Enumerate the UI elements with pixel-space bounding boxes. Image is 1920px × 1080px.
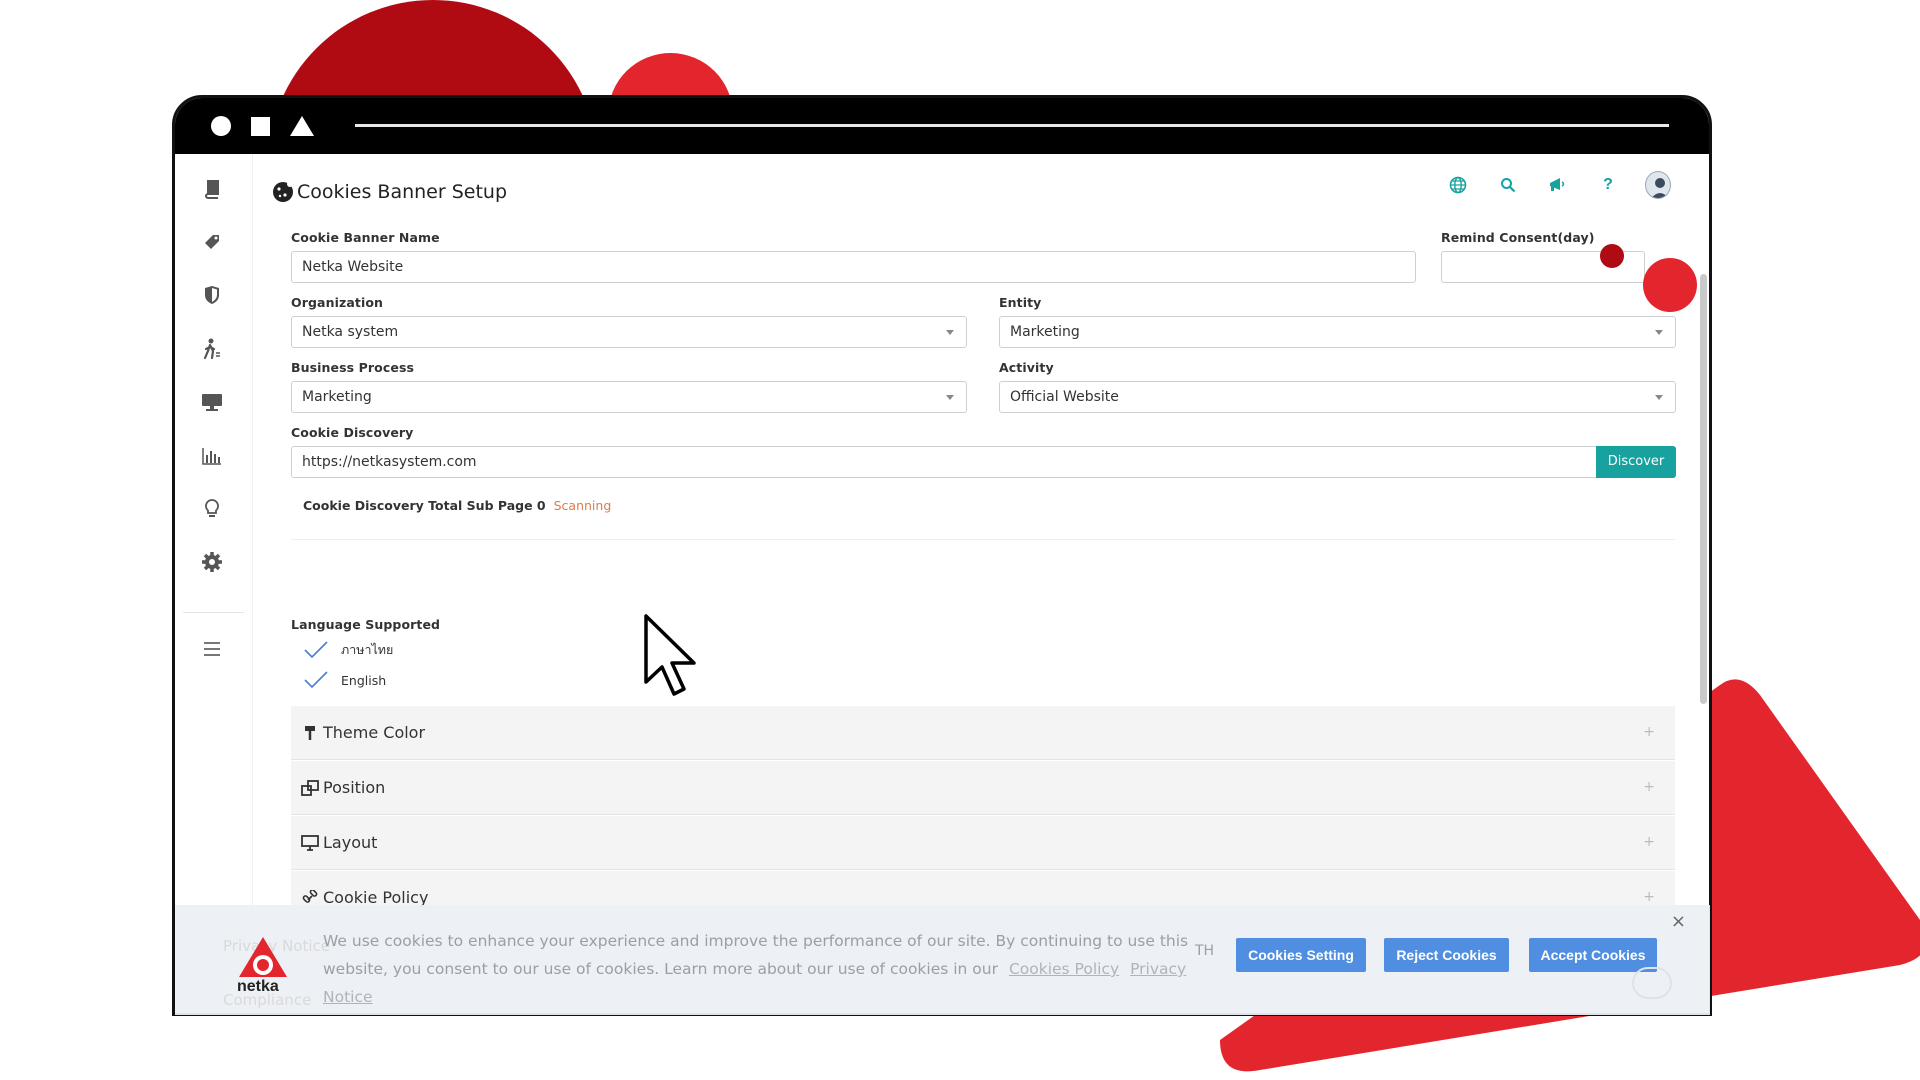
globe-icon[interactable] <box>1445 172 1471 198</box>
avatar[interactable] <box>1645 171 1671 199</box>
language-option-thai[interactable]: ภาษาไทย <box>303 640 393 660</box>
entity-select[interactable]: Marketing <box>999 316 1676 348</box>
accordion-label: Layout <box>323 833 378 852</box>
banner-name-input[interactable]: Netka Website <box>291 251 1416 283</box>
language-option-label: ภาษาไทย <box>341 642 394 657</box>
reject-cookies-button[interactable]: Reject Cookies <box>1384 938 1509 972</box>
entity-value: Marketing <box>1010 324 1080 340</box>
chevron-down-icon <box>1655 330 1663 335</box>
accordion-position[interactable]: Position + <box>291 761 1675 815</box>
chevron-down-icon <box>1655 395 1663 400</box>
window-titlebar <box>175 98 1709 154</box>
page-title: Cookies Banner Setup <box>271 180 507 204</box>
position-icon <box>301 779 319 797</box>
plus-icon: + <box>1643 724 1655 740</box>
cookies-policy-link[interactable]: Cookies Policy <box>1009 960 1119 978</box>
chat-bubble-icon[interactable] <box>1632 967 1672 999</box>
lightbulb-icon[interactable] <box>197 494 227 524</box>
activity-value: Official Website <box>1010 389 1119 405</box>
square-icon <box>251 116 270 136</box>
checkmark-icon <box>304 641 328 659</box>
banner-name-label: Cookie Banner Name <box>291 230 440 245</box>
activity-select[interactable]: Official Website <box>999 381 1676 413</box>
business-process-label: Business Process <box>291 360 415 375</box>
person-walk-icon[interactable] <box>197 334 227 364</box>
help-icon[interactable]: ? <box>1595 172 1621 198</box>
discovery-status: Cookie Discovery Total Sub Page 0 Scannin… <box>303 498 611 513</box>
business-process-value: Marketing <box>302 389 372 405</box>
red-dot-marker-large <box>1643 258 1697 312</box>
close-icon[interactable]: × <box>1671 911 1686 932</box>
plus-icon: + <box>1643 889 1655 905</box>
language-option-english[interactable]: English <box>303 670 386 690</box>
plus-icon: + <box>1643 779 1655 795</box>
circle-icon <box>211 116 231 136</box>
remind-consent-label: Remind Consent(day) <box>1441 230 1595 245</box>
cookies-setting-button[interactable]: Cookies Setting <box>1236 938 1366 972</box>
chevron-down-icon <box>946 395 954 400</box>
gear-icon[interactable] <box>197 547 227 577</box>
scrollbar[interactable] <box>1700 274 1707 704</box>
main-content: Cookies Banner Setup ? Cookie Banner Nam <box>253 154 1709 1013</box>
mouse-cursor-icon <box>644 614 696 696</box>
header-icons: ? <box>1421 171 1671 199</box>
activity-label: Activity <box>999 360 1054 375</box>
monitor-icon[interactable] <box>197 387 227 417</box>
link-icon <box>301 889 319 907</box>
cookie-icon <box>273 181 293 202</box>
tag-icon[interactable] <box>197 227 227 257</box>
organization-select[interactable]: Netka system <box>291 316 967 348</box>
cookie-discovery-input[interactable]: https://netkasystem.com <box>291 446 1597 478</box>
sidebar <box>175 154 253 1013</box>
chevron-down-icon <box>946 330 954 335</box>
sidebar-divider <box>183 612 244 613</box>
browser-frame: Cookies Banner Setup ? Cookie Banner Nam <box>172 95 1712 1016</box>
address-line <box>355 124 1669 127</box>
book-icon[interactable] <box>197 174 227 204</box>
discovery-status-text: Cookie Discovery Total Sub Page 0 <box>303 498 546 513</box>
accordion-label: Position <box>323 778 386 797</box>
accordion-label: Theme Color <box>323 723 426 742</box>
entity-label: Entity <box>999 295 1042 310</box>
cookie-consent-banner: Privacy Notice Compliance netka We use c… <box>175 905 1710 1015</box>
cookie-discovery-label: Cookie Discovery <box>291 425 414 440</box>
page-title-text: Cookies Banner Setup <box>297 181 508 203</box>
discover-button[interactable]: Discover <box>1596 446 1676 478</box>
accept-cookies-button[interactable]: Accept Cookies <box>1529 938 1657 972</box>
netka-logo-text: netka <box>237 978 279 995</box>
shield-icon[interactable] <box>197 280 227 310</box>
business-process-select[interactable]: Marketing <box>291 381 967 413</box>
accordion-layout[interactable]: Layout + <box>291 816 1675 870</box>
monitor-icon <box>301 834 319 852</box>
plus-icon: + <box>1643 834 1655 850</box>
user-avatar-icon <box>1645 171 1671 199</box>
paint-roller-icon <box>301 724 319 742</box>
section-divider <box>291 539 1675 540</box>
scanning-status: Scanning <box>553 498 612 513</box>
search-icon[interactable] <box>1495 172 1521 198</box>
organization-value: Netka system <box>302 324 399 340</box>
red-dot-marker <box>1600 244 1624 268</box>
cookie-banner-message: We use cookies to enhance your experienc… <box>323 927 1193 1011</box>
language-supported-label: Language Supported <box>291 617 441 632</box>
checkmark-icon <box>304 671 328 689</box>
accordion-theme-color[interactable]: Theme Color + <box>291 706 1675 760</box>
language-option-label: English <box>341 672 387 688</box>
menu-icon[interactable] <box>197 634 227 664</box>
organization-label: Organization <box>291 295 384 310</box>
megaphone-icon[interactable] <box>1545 172 1571 198</box>
triangle-icon <box>290 116 314 136</box>
bar-chart-icon[interactable] <box>197 441 227 471</box>
banner-language-toggle[interactable]: TH <box>1195 943 1214 959</box>
